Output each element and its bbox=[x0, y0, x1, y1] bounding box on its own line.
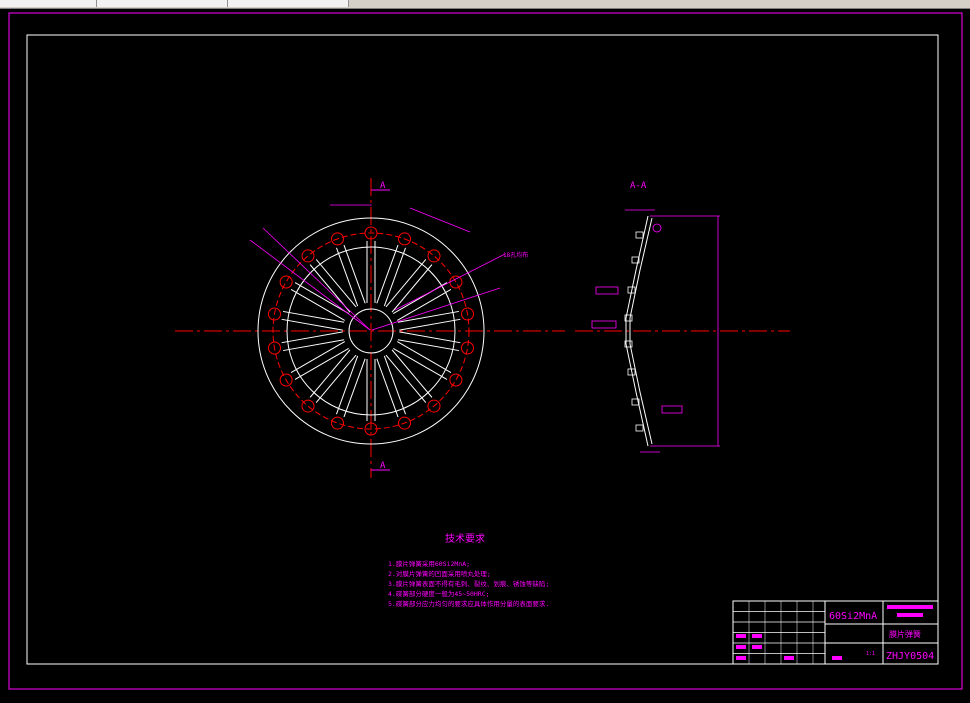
finger-slot-edge bbox=[376, 358, 399, 418]
tb-scale: 1:1 bbox=[866, 651, 875, 657]
finger-slot-edge bbox=[383, 247, 407, 307]
tech-notes: 技术要求 1.膜片弹簧采用60Si2MnA; 2.对膜片弹簧的凹面采用喷丸处理;… bbox=[388, 532, 549, 608]
finger-slot-edge bbox=[397, 339, 460, 352]
tech-line-2: 2.对膜片弹簧的凹面采用喷丸处理; bbox=[388, 569, 491, 578]
front-view: A A 18孔均布 bbox=[175, 178, 565, 478]
tech-line-5: 5.碟簧部分应力均匀的要求应具体作用分量的表面要求. bbox=[388, 599, 549, 608]
finger-slot-edge bbox=[385, 354, 427, 403]
tech-title: 技术要求 bbox=[445, 532, 485, 545]
finger-slot-edge bbox=[383, 355, 407, 415]
finger-slot-edge bbox=[376, 244, 399, 304]
finger-slot-edge bbox=[290, 341, 346, 373]
finger-slot-edge bbox=[343, 358, 366, 418]
finger-slot-edge bbox=[343, 244, 366, 304]
finger-slot-edge bbox=[281, 318, 343, 331]
tab-1[interactable] bbox=[0, 0, 97, 7]
section-slot bbox=[635, 424, 644, 432]
annotation-holes: 18孔均布 bbox=[503, 251, 528, 259]
finger-slot-edge bbox=[294, 348, 350, 380]
finger-slot-edge bbox=[391, 349, 433, 398]
finger-slot-edge bbox=[392, 348, 448, 380]
finger-slot-edge bbox=[282, 310, 345, 323]
finger-slot-edge bbox=[335, 247, 359, 307]
finger-slot-edge bbox=[385, 259, 427, 308]
window-hole bbox=[427, 249, 441, 263]
window-hole bbox=[301, 399, 315, 413]
title-block: 60Si2MnA 膜片弹簧 ZHJY0504 1:1 bbox=[732, 600, 939, 665]
finger-slot-edge bbox=[309, 349, 351, 398]
section-slot bbox=[635, 231, 644, 239]
window-hole bbox=[461, 341, 475, 355]
toolbar-strip bbox=[0, 0, 970, 9]
finger-slot-edge bbox=[396, 341, 452, 373]
tb-drawing-no: ZHJY0504 bbox=[886, 651, 934, 662]
finger-slot-edge bbox=[392, 282, 448, 314]
drawing-canvas[interactable]: A A 18孔均布 A-A 技术要求 1.膜片弹簧采用60Si2MnA; 2.对… bbox=[0, 9, 970, 699]
finger-slot-edge bbox=[399, 318, 461, 331]
finger-slot-edge bbox=[315, 354, 357, 403]
section-label-top: A bbox=[380, 181, 386, 191]
finger-slot-edge bbox=[281, 331, 343, 344]
tab-3[interactable] bbox=[228, 0, 349, 7]
section-view-title: A-A bbox=[630, 181, 647, 191]
finger-slot-edge bbox=[391, 264, 433, 313]
window-hole bbox=[279, 275, 293, 289]
finger-slot-edge bbox=[335, 355, 359, 415]
finger-slot-edge bbox=[397, 310, 460, 323]
tab-2[interactable] bbox=[97, 0, 228, 7]
tech-line-4: 4.碟簧部分硬度一般为45~50HRC; bbox=[388, 589, 490, 598]
window-hole bbox=[330, 416, 344, 430]
tb-material: 60Si2MnA bbox=[829, 611, 877, 622]
finger-slot-edge bbox=[399, 331, 461, 344]
finger-slot-edge bbox=[294, 282, 350, 314]
finger-slot-edge bbox=[315, 259, 357, 308]
window-hole bbox=[449, 373, 463, 387]
finger-slot-edge bbox=[282, 339, 345, 352]
tech-line-1: 1.膜片弹簧采用60Si2MnA; bbox=[388, 559, 470, 568]
tb-part-name: 膜片弹簧 bbox=[889, 629, 921, 639]
section-label-bottom: A bbox=[380, 461, 386, 471]
section-view: A-A bbox=[575, 181, 790, 453]
tech-line-3: 3.膜片弹簧表面不得有毛刺、裂纹、划痕、锈蚀等缺陷; bbox=[388, 579, 549, 588]
